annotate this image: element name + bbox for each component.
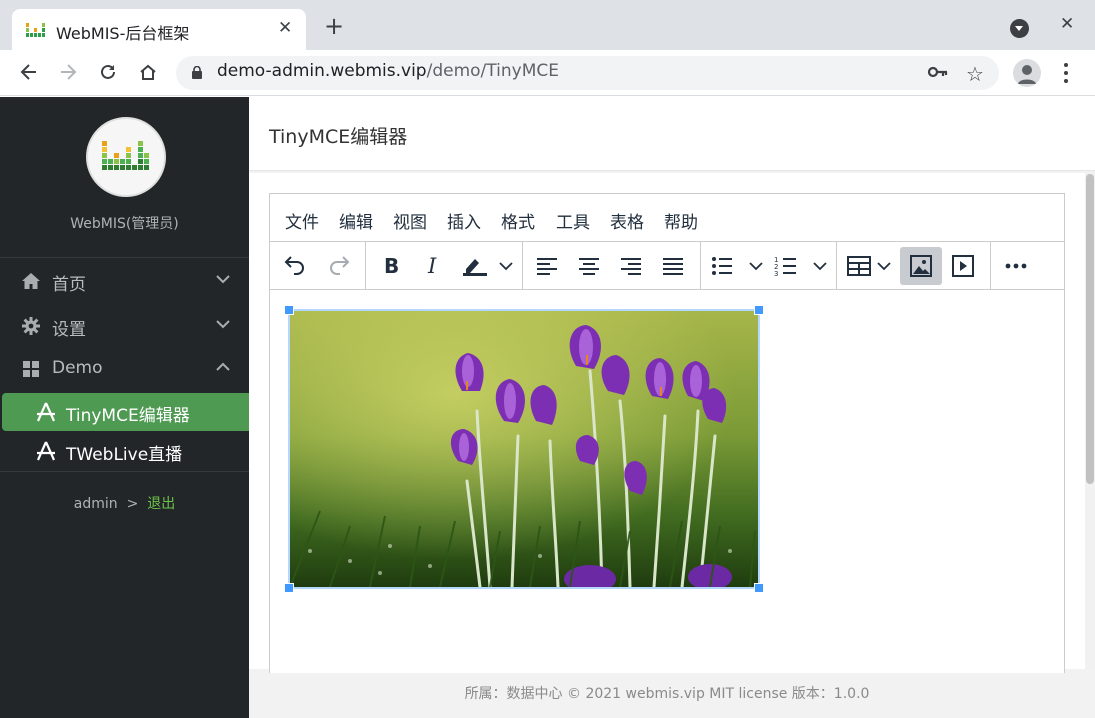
sidebar-item-label: 首页: [52, 275, 86, 295]
toolbar-separator: [990, 242, 991, 290]
browser-tab-strip: WebMIS-后台框架 ✕ + ✕: [0, 0, 1095, 50]
editor-menubar: 文件 编辑 视图 插入 格式 工具 表格 帮助: [270, 194, 1064, 242]
sidebar-item-home[interactable]: 首页: [0, 261, 249, 299]
url-host: demo-admin.webmis.vip: [217, 61, 427, 81]
reload-icon[interactable]: [96, 60, 120, 84]
sidebar-subitem-twebLive[interactable]: TWebLive直播: [2, 432, 249, 470]
highlight-color-icon[interactable]: [458, 247, 518, 285]
selected-image[interactable]: [284, 305, 764, 593]
menu-view[interactable]: 视图: [393, 208, 427, 233]
toolbar-separator: [700, 242, 701, 290]
new-tab-icon[interactable]: +: [324, 14, 344, 38]
bold-icon[interactable]: B: [374, 247, 408, 285]
logout-link[interactable]: 退出: [147, 496, 175, 512]
username: admin: [73, 496, 118, 512]
webmis-favicon-icon: [26, 23, 45, 37]
menu-format[interactable]: 格式: [501, 208, 535, 233]
window-close-icon[interactable]: ✕: [1060, 14, 1074, 34]
sidebar-item-demo[interactable]: Demo: [0, 349, 249, 387]
align-right-icon[interactable]: [614, 247, 648, 285]
resize-handle-sw[interactable]: [284, 583, 294, 593]
chevron-down-icon: [216, 275, 230, 284]
align-center-icon[interactable]: [572, 247, 606, 285]
font-icon: [36, 441, 56, 461]
sidebar-divider: [0, 471, 249, 472]
menu-file[interactable]: 文件: [285, 208, 319, 233]
sidebar-subitem-label: TinyMCE编辑器: [66, 406, 190, 426]
tinymce-editor: 文件 编辑 视图 插入 格式 工具 表格 帮助 B I 1 2 3: [269, 193, 1065, 673]
sidebar: WebMIS(管理员) 首页 设置 Demo TinyMCE编辑器 TWebLi…: [0, 97, 249, 718]
user-separator: >: [126, 496, 139, 512]
url-path: /demo/TinyMCE: [426, 61, 559, 81]
toolbar-separator: [836, 242, 837, 290]
user-role: WebMIS(管理员): [70, 216, 179, 232]
page-footer: 所属：数据中心 © 2021 webmis.vip MIT license 版本…: [464, 686, 870, 702]
resize-handle-se[interactable]: [754, 583, 764, 593]
back-icon[interactable]: [17, 60, 41, 84]
editor-toolbar: B I 1 2 3: [270, 242, 1064, 290]
sidebar-item-settings[interactable]: 设置: [0, 306, 249, 344]
resize-handle-nw[interactable]: [284, 305, 294, 315]
editor-content-area[interactable]: [270, 291, 1064, 674]
scrollbar-thumb[interactable]: [1086, 174, 1094, 484]
page-title: TinyMCE编辑器: [269, 126, 408, 148]
menu-insert[interactable]: 插入: [447, 208, 481, 233]
bookmark-star-icon[interactable]: ☆: [966, 62, 984, 86]
media-icon[interactable]: [946, 247, 980, 285]
crocus-flower-image: [290, 311, 758, 587]
webmis-logo-icon: [102, 141, 149, 170]
svg-text:B: B: [384, 255, 399, 277]
home-icon: [22, 273, 40, 289]
undo-icon[interactable]: [278, 247, 312, 285]
numbered-list-icon[interactable]: 123: [772, 247, 832, 285]
grid-icon: [23, 361, 39, 377]
align-left-icon[interactable]: [530, 247, 564, 285]
page-header: TinyMCE编辑器: [249, 97, 1095, 171]
gear-icon: [22, 317, 40, 335]
bullet-list-icon[interactable]: [708, 247, 768, 285]
resize-handle-ne[interactable]: [754, 305, 764, 315]
sidebar-subitem-tinymce[interactable]: TinyMCE编辑器: [2, 393, 249, 431]
redo-icon[interactable]: [322, 247, 356, 285]
toolbar-separator: [522, 242, 523, 290]
table-icon[interactable]: [844, 247, 900, 285]
address-bar[interactable]: demo-admin.webmis.vip/demo/TinyMCE ☆: [176, 56, 999, 90]
browser-tab[interactable]: WebMIS-后台框架 ✕: [12, 9, 306, 50]
sidebar-item-label: Demo: [52, 358, 103, 378]
content-panel: 文件 编辑 视图 插入 格式 工具 表格 帮助 B I 1 2 3: [249, 173, 1085, 673]
home-button-icon[interactable]: [136, 60, 160, 84]
forward-icon[interactable]: [56, 60, 80, 84]
chevron-down-icon: [216, 320, 230, 329]
more-icon[interactable]: [999, 247, 1033, 285]
svg-text:I: I: [427, 255, 437, 277]
justify-icon[interactable]: [656, 247, 690, 285]
italic-icon[interactable]: I: [416, 247, 450, 285]
image-icon[interactable]: [900, 247, 942, 285]
scrollbar[interactable]: [1085, 173, 1095, 669]
menu-help[interactable]: 帮助: [664, 208, 698, 233]
menu-tools[interactable]: 工具: [556, 208, 590, 233]
chevron-up-icon: [216, 362, 230, 371]
toolbar-separator: [365, 242, 366, 290]
profile-avatar-icon[interactable]: [1013, 59, 1041, 87]
app-logo: [86, 117, 166, 197]
tab-search-icon[interactable]: [1010, 19, 1029, 38]
font-icon: [36, 402, 56, 422]
lock-icon: [192, 66, 202, 79]
user-line: admin > 退出: [0, 493, 249, 513]
sidebar-item-label: 设置: [52, 320, 86, 340]
svg-text:3: 3: [774, 270, 778, 277]
url-text: demo-admin.webmis.vip/demo/TinyMCE: [217, 61, 559, 81]
sidebar-divider: [0, 257, 249, 258]
browser-toolbar: demo-admin.webmis.vip/demo/TinyMCE ☆: [0, 50, 1095, 96]
menu-edit[interactable]: 编辑: [339, 208, 373, 233]
browser-menu-icon[interactable]: [1058, 62, 1074, 84]
sidebar-subitem-label: TWebLive直播: [66, 445, 183, 465]
main-area: TinyMCE编辑器 文件 编辑 视图 插入 格式 工具 表格 帮助 B I 1…: [249, 97, 1095, 718]
key-icon[interactable]: [928, 65, 948, 79]
menu-table[interactable]: 表格: [610, 208, 644, 233]
tab-title: WebMIS-后台框架: [56, 24, 190, 43]
tab-close-icon[interactable]: ✕: [278, 18, 292, 38]
